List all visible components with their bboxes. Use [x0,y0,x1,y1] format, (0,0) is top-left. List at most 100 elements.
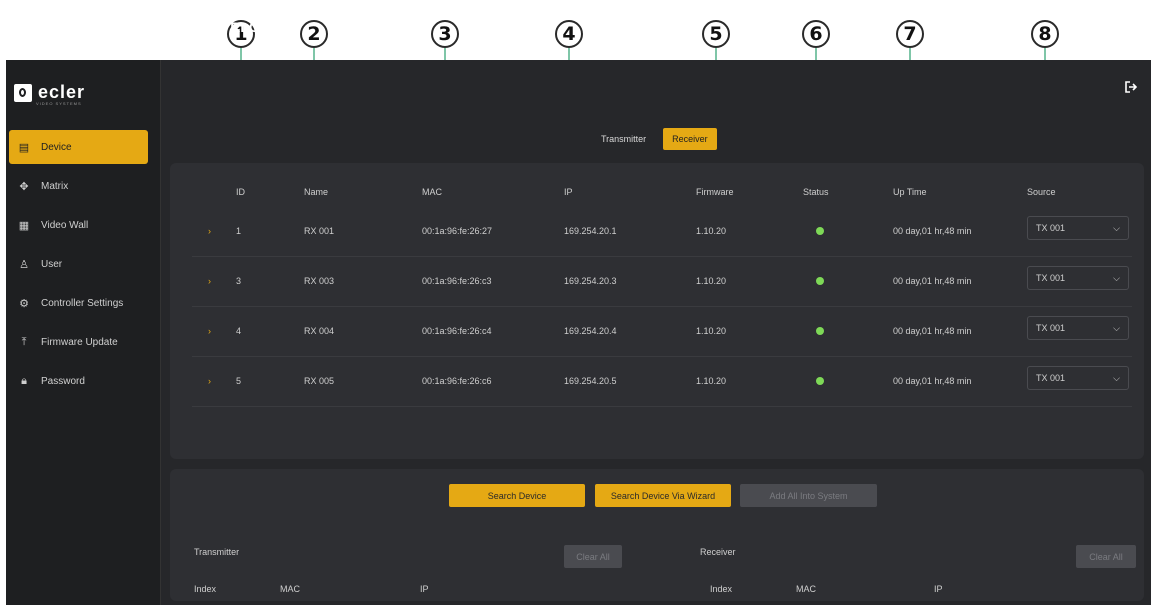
cell-mac: 00:1a:96:fe:26:27 [422,226,493,236]
callout-2: 2 [300,20,328,48]
cell-firmware: 1.10.20 [696,226,727,236]
sidebar-item-label: User [41,258,63,270]
expand-chevron-icon[interactable]: › [208,326,211,336]
column-header-source: Source [1027,187,1056,197]
chevron-down-icon: ⌵ [1113,222,1120,233]
cell-ip: 169.254.20.3 [564,276,617,286]
sidebar-item-password[interactable]: 🔒︎ Password [9,364,148,398]
source-select-value: TX 001 [1036,373,1066,383]
callout-5: 5 [702,20,730,48]
source-select[interactable]: TX 001 ⌵ [1027,366,1129,390]
receiver-list-title: Receiver [700,547,736,557]
clear-receivers-button[interactable]: Clear All [1076,545,1136,568]
source-select[interactable]: TX 001 ⌵ [1027,266,1129,290]
column-header-id: ID [236,187,245,197]
chevron-down-icon: ⌵ [1113,272,1120,283]
clear-transmitters-button[interactable]: Clear All [564,545,622,568]
cell-firmware: 1.10.20 [696,326,727,336]
sidebar-item-controller-settings[interactable]: ⚙ Controller Settings [9,286,148,320]
receiver-col-mac: MAC [796,584,816,594]
status-online-icon [816,327,824,335]
sidebar-item-video-wall[interactable]: ▦ Video Wall [9,208,148,242]
add-all-into-system-button[interactable]: Add All Into System [740,484,877,507]
expand-chevron-icon[interactable]: › [208,226,211,236]
lock-icon: 🔒︎ [21,374,27,387]
sidebar-item-label: Controller Settings [41,297,124,309]
table-row[interactable]: › 1 RX 001 00:1a:96:fe:26:27 169.254.20.… [192,207,1132,257]
cell-id: 4 [236,326,242,336]
column-header-name: Name [304,187,329,197]
chevron-down-icon: ⌵ [1113,322,1120,333]
device-type-tabs: Transmitter Receiver [592,128,717,150]
transmitter-col-ip: IP [420,584,429,594]
upload-icon: ⤒ [21,335,27,348]
cell-ip: 169.254.20.5 [564,376,617,386]
cell-firmware: 1.10.20 [696,376,727,386]
column-header-mac: MAC [422,187,442,197]
source-select-value: TX 001 [1036,323,1066,333]
sidebar-item-label: Device [41,141,72,153]
video-wall-icon: ▦ [18,219,30,232]
cell-name: RX 001 [304,226,335,236]
sidebar-item-user[interactable]: ♙ User [9,247,148,281]
table-header: ID Name MAC IP Firmware Status Up Time S… [170,163,1144,203]
callout-8: 8 [1031,20,1059,48]
column-header-ip: IP [564,187,573,197]
cell-id: 3 [236,276,242,286]
sidebar-item-label: Matrix [41,180,69,192]
status-online-icon [816,227,824,235]
cell-uptime: 00 day,01 hr,48 min [893,226,972,236]
sidebar-item-firmware-update[interactable]: ⤒ Firmware Update [9,325,148,359]
table-row[interactable]: › 5 RX 005 00:1a:96:fe:26:c6 169.254.20.… [192,357,1132,407]
cell-ip: 169.254.20.4 [564,326,617,336]
device-icon: ▤ [18,141,30,154]
cell-name: RX 005 [304,376,335,386]
cell-uptime: 00 day,01 hr,48 min [893,276,972,286]
brand-name: ecler [38,82,86,102]
callout-3: 3 [431,20,459,48]
user-icon: ♙ [19,258,29,271]
receiver-col-index: Index [710,584,733,594]
cell-name: RX 003 [304,276,335,286]
status-online-icon [816,377,824,385]
brand-logo: ecler [14,82,85,103]
source-select-value: TX 001 [1036,223,1066,233]
search-device-button[interactable]: Search Device [449,484,585,507]
receiver-col-ip: IP [934,584,943,594]
transmitter-list-title: Transmitter [194,547,240,557]
sidebar-item-label: Password [41,375,85,387]
callout-7: 7 [896,20,924,48]
tab-receiver[interactable]: Receiver [663,128,717,150]
source-select-value: TX 001 [1036,273,1066,283]
sidebar-item-matrix[interactable]: ✥ Matrix [9,169,148,203]
status-online-icon [816,277,824,285]
cell-mac: 00:1a:96:fe:26:c6 [422,376,492,386]
table-row[interactable]: › 3 RX 003 00:1a:96:fe:26:c3 169.254.20.… [192,257,1132,307]
sidebar-item-label: Video Wall [41,219,89,231]
column-header-uptime: Up Time [893,187,927,197]
tab-transmitter[interactable]: Transmitter [592,128,655,150]
callout-6: 6 [802,20,830,48]
cell-uptime: 00 day,01 hr,48 min [893,376,972,386]
expand-chevron-icon[interactable]: › [208,276,211,286]
logout-icon[interactable] [1124,80,1138,94]
device-table-panel: ID Name MAC IP Firmware Status Up Time S… [170,163,1144,459]
source-select[interactable]: TX 001 ⌵ [1027,216,1129,240]
expand-chevron-icon[interactable]: › [208,376,211,386]
source-select[interactable]: TX 001 ⌵ [1027,316,1129,340]
transmitter-col-mac: MAC [280,584,300,594]
cell-name: RX 004 [304,326,335,336]
search-via-wizard-button[interactable]: Search Device Via Wizard [595,484,731,507]
logo-mark-icon [14,83,32,102]
callout-4: 4 [555,20,583,48]
table-row[interactable]: › 4 RX 004 00:1a:96:fe:26:c4 169.254.20.… [192,307,1132,357]
sidebar-item-device[interactable]: ▤ Device [9,130,148,164]
sidebar: ecler VIDEO SYSTEMS ▤ Device ✥ Matrix ▦ … [6,60,161,605]
gear-icon: ⚙ [19,297,29,310]
transmitter-col-index: Index [194,584,217,594]
cell-ip: 169.254.20.1 [564,226,617,236]
cell-firmware: 1.10.20 [696,276,727,286]
matrix-icon: ✥ [19,180,29,193]
sidebar-item-label: Firmware Update [41,336,118,348]
device-search-panel: Search Device Search Device Via Wizard A… [170,469,1144,601]
